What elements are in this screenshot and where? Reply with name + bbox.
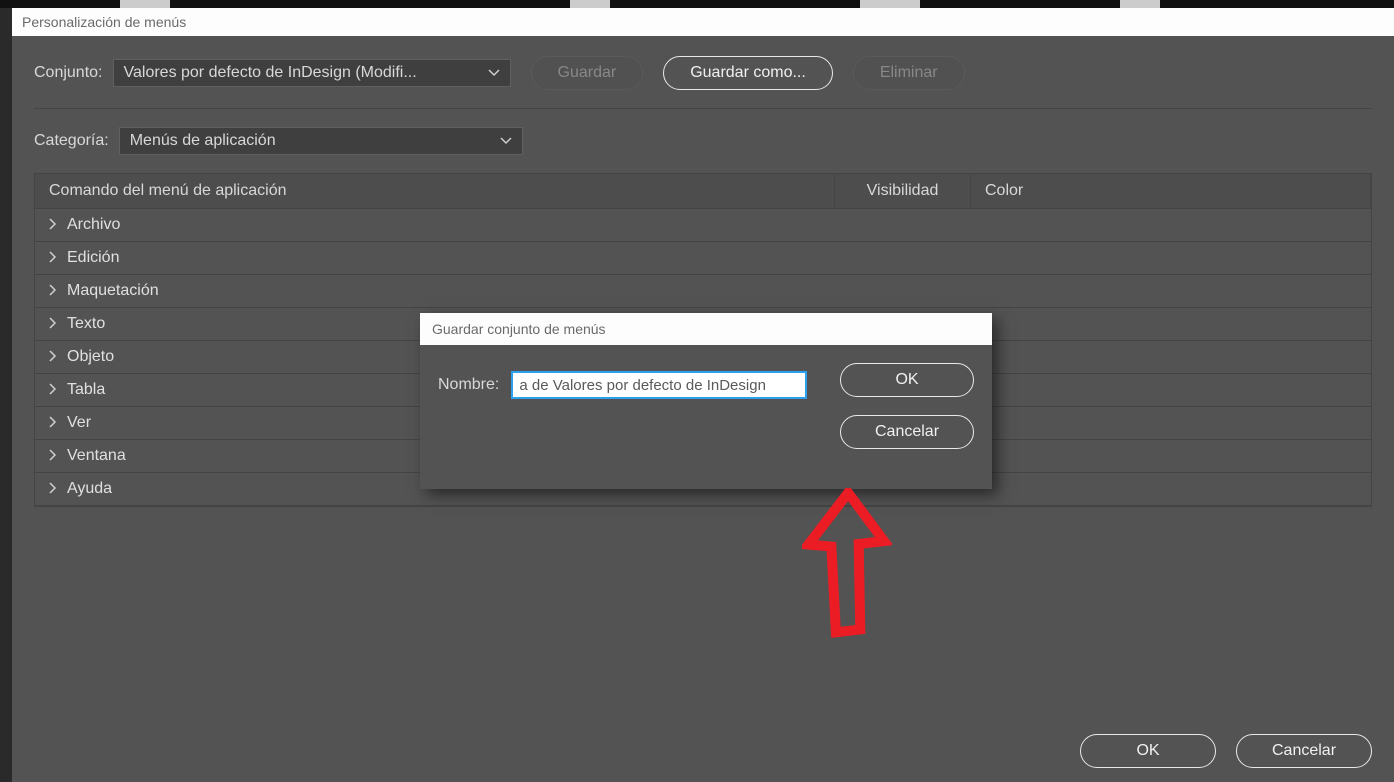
save-menu-set-dialog: Guardar conjunto de menús Nombre: OK Can… [420, 313, 992, 489]
chevron-right-icon [49, 217, 57, 233]
row-label: Objeto [67, 348, 114, 366]
categoria-value: Menús de aplicación [130, 132, 276, 150]
conjunto-label: Conjunto: [34, 64, 103, 82]
table-row[interactable]: Maquetación [35, 275, 1371, 308]
dialog-footer: OK Cancelar [1080, 734, 1372, 768]
categoria-dropdown[interactable]: Menús de aplicación [119, 127, 523, 155]
chevron-right-icon [49, 415, 57, 431]
modal-ok-button[interactable]: OK [840, 363, 974, 397]
chevron-right-icon [49, 250, 57, 266]
eliminar-button: Eliminar [853, 56, 965, 90]
modal-title: Guardar conjunto de menús [420, 313, 992, 345]
chevron-right-icon [49, 283, 57, 299]
row-label: Tabla [67, 381, 105, 399]
dialog-title: Personalización de menús [12, 8, 1394, 36]
nombre-input[interactable] [511, 371, 807, 399]
divider [34, 108, 1372, 109]
chevron-right-icon [49, 349, 57, 365]
col-visibilidad: Visibilidad [835, 174, 971, 208]
conjunto-dropdown[interactable]: Valores por defecto de InDesign (Modifi.… [113, 59, 511, 87]
window-top-strip [0, 0, 1394, 8]
chevron-right-icon [49, 448, 57, 464]
categoria-label: Categoría: [34, 132, 109, 150]
row-label: Edición [67, 249, 119, 267]
ok-button[interactable]: OK [1080, 734, 1216, 768]
chevron-right-icon [49, 316, 57, 332]
categoria-row: Categoría: Menús de aplicación [34, 127, 1372, 155]
row-label: Maquetación [67, 282, 159, 300]
row-label: Texto [67, 315, 105, 333]
nombre-label: Nombre: [438, 376, 499, 394]
row-label: Ayuda [67, 480, 112, 498]
row-label: Archivo [67, 216, 120, 234]
row-label: Ver [67, 414, 91, 432]
conjunto-value: Valores por defecto de InDesign (Modifi.… [124, 64, 417, 82]
conjunto-row: Conjunto: Valores por defecto de InDesig… [34, 56, 1372, 90]
chevron-down-icon [488, 66, 500, 80]
col-color: Color [971, 174, 1371, 208]
guardar-button: Guardar [531, 56, 644, 90]
table-header: Comando del menú de aplicación Visibilid… [35, 174, 1371, 209]
table-row[interactable]: Edición [35, 242, 1371, 275]
col-comando: Comando del menú de aplicación [35, 174, 835, 208]
row-label: Ventana [67, 447, 126, 465]
chevron-down-icon [500, 134, 512, 148]
modal-cancelar-button[interactable]: Cancelar [840, 415, 974, 449]
guardar-como-button[interactable]: Guardar como... [663, 56, 833, 90]
chevron-right-icon [49, 481, 57, 497]
chevron-right-icon [49, 382, 57, 398]
table-row[interactable]: Archivo [35, 209, 1371, 242]
cancelar-button[interactable]: Cancelar [1236, 734, 1372, 768]
